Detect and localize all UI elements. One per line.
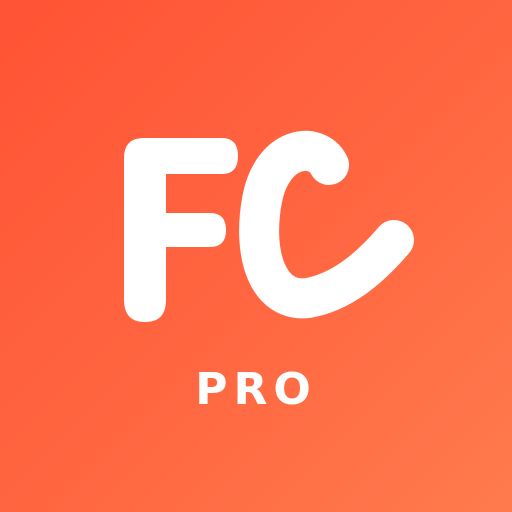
logo-letter-f [124, 138, 238, 322]
logo-letter-c [239, 130, 414, 319]
edition-label: PRO [195, 364, 317, 415]
app-icon[interactable]: PRO [0, 0, 512, 512]
fc-logo-icon [124, 130, 414, 322]
